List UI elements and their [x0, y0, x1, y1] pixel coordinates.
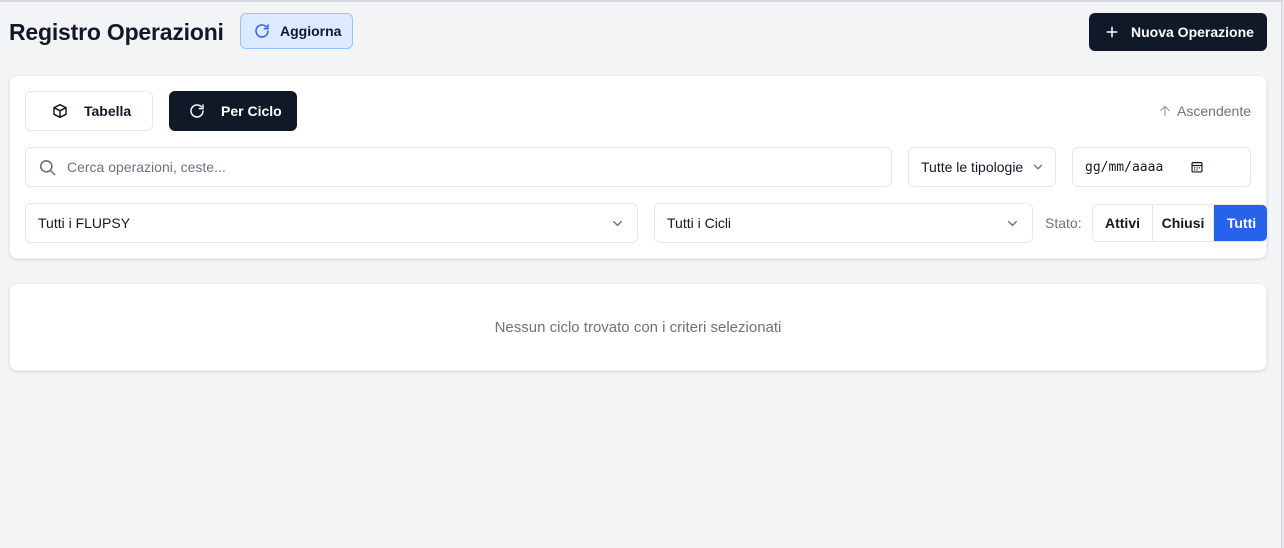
view-cycle-label: Per Ciclo	[221, 103, 282, 119]
empty-state-message: Nessun ciclo trovato con i criteri selez…	[494, 318, 782, 336]
type-select[interactable]: Tutte le tipologie	[908, 147, 1056, 187]
search-field[interactable]	[25, 147, 892, 187]
search-input[interactable]	[67, 159, 867, 175]
filters-card: Tabella Per Ciclo Ascendente Tutte le ti…	[9, 75, 1268, 259]
page-header: Registro Operazioni Aggiorna Nuova Opera…	[9, 13, 1267, 51]
plus-icon	[1105, 25, 1119, 39]
view-cycle-button[interactable]: Per Ciclo	[169, 91, 297, 131]
cycle-select[interactable]: Tutti i Cicli	[654, 203, 1033, 243]
status-option-attivi[interactable]: Attivi	[1093, 205, 1153, 241]
refresh-button[interactable]: Aggiorna	[240, 13, 353, 49]
calendar-icon[interactable]	[1190, 160, 1204, 174]
new-operation-label: Nuova Operazione	[1131, 24, 1254, 40]
date-input[interactable]: gg/mm/aaaa	[1072, 147, 1251, 187]
refresh-button-label: Aggiorna	[280, 23, 342, 39]
status-option-tutti[interactable]: Tutti	[1214, 205, 1267, 241]
arrow-up-icon	[1158, 104, 1172, 118]
results-card: Nessun ciclo trovato con i criteri selez…	[9, 283, 1267, 371]
chevron-down-icon	[1005, 216, 1020, 231]
sort-toggle[interactable]: Ascendente	[1158, 103, 1251, 119]
date-placeholder: gg/mm/aaaa	[1085, 159, 1164, 175]
status-segmented-control: Attivi Chiusi Tutti	[1092, 204, 1268, 242]
view-table-button[interactable]: Tabella	[25, 91, 153, 131]
new-operation-button[interactable]: Nuova Operazione	[1089, 13, 1267, 51]
flupsy-select-value: Tutti i FLUPSY	[38, 215, 131, 231]
page-title: Registro Operazioni	[9, 19, 224, 45]
type-select-value: Tutte le tipologie	[921, 159, 1024, 175]
chevron-down-icon	[610, 216, 625, 231]
flupsy-select[interactable]: Tutti i FLUPSY	[25, 203, 638, 243]
search-icon	[38, 158, 57, 177]
refresh-icon	[254, 23, 270, 39]
status-label: Stato:	[1045, 215, 1082, 231]
sort-label: Ascendente	[1177, 103, 1251, 119]
status-option-chiusi[interactable]: Chiusi	[1153, 205, 1214, 241]
top-edge	[0, 0, 1284, 2]
refresh-icon	[189, 103, 205, 119]
cycle-select-value: Tutti i Cicli	[667, 215, 732, 231]
cube-icon	[52, 103, 68, 119]
view-table-label: Tabella	[84, 103, 132, 119]
chevron-down-icon	[1031, 160, 1045, 174]
